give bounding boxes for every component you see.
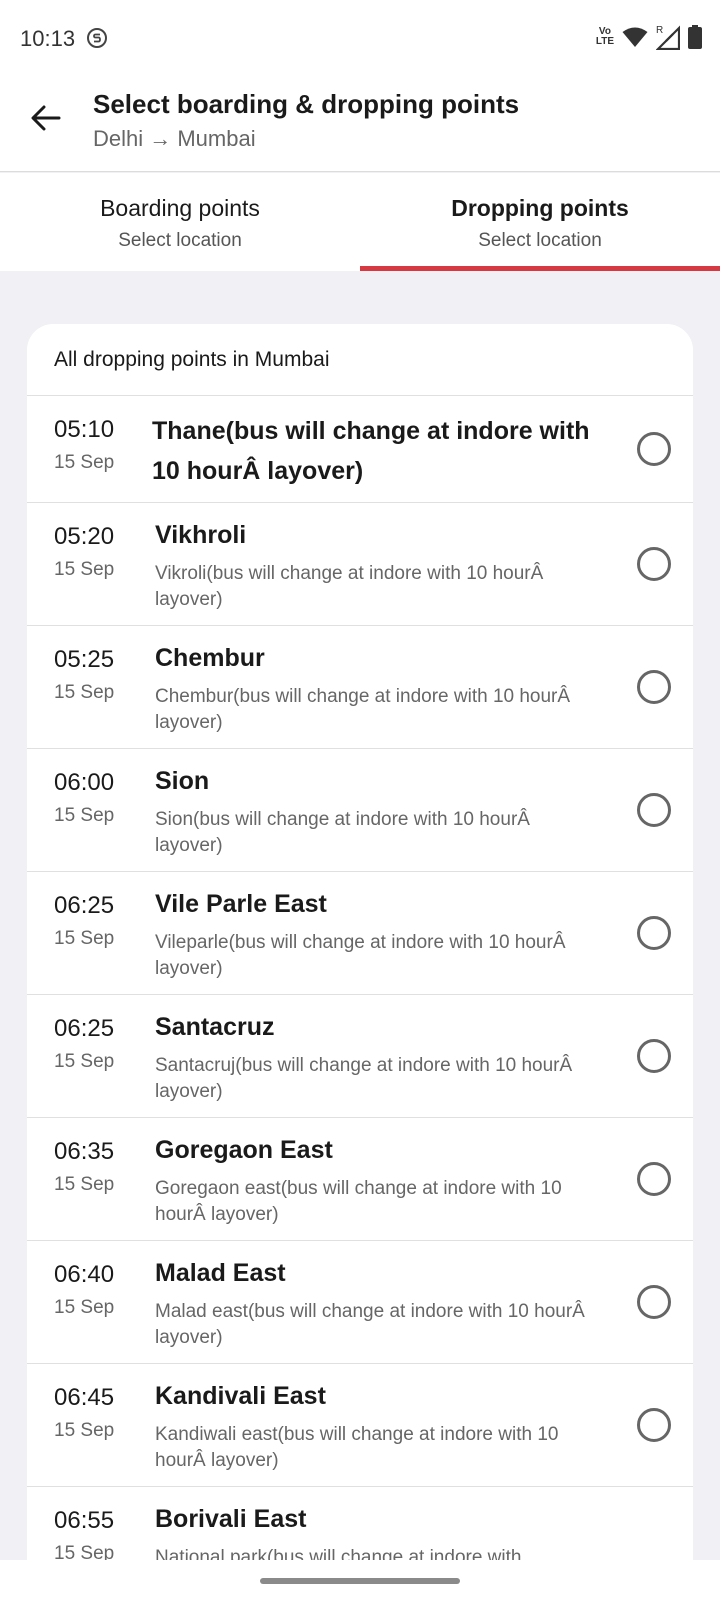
arrow-left-icon <box>31 105 61 131</box>
point-time: 06:25 <box>54 1015 115 1042</box>
radio-unselected-icon[interactable] <box>637 793 671 827</box>
gesture-nav-bar <box>0 1560 720 1600</box>
point-time: 06:55 <box>54 1507 115 1534</box>
point-description: Sion(bus will change at indore with 10 h… <box>155 809 530 856</box>
volte-icon: Vo LTE <box>595 26 614 47</box>
point-description: Santacruj(bus will change at indore with… <box>155 1055 573 1102</box>
dropping-point-row[interactable]: 06:35 15 Sep Goregaon East Goregaon east(bu… <box>27 1118 693 1241</box>
point-date: 15 Sep <box>54 805 115 826</box>
point-time: 05:25 <box>54 646 115 673</box>
radio-unselected-icon[interactable] <box>637 916 671 950</box>
point-description: Kandiwali east(bus will change at indore… <box>155 1424 559 1471</box>
dropping-point-row[interactable]: 05:20 15 Sep Vikhroli Vikroli(bus will chan… <box>27 503 693 626</box>
radio-unselected-icon[interactable] <box>637 1408 671 1442</box>
point-date: 15 Sep <box>54 1297 115 1318</box>
radio-unselected-icon[interactable] <box>637 670 671 704</box>
dropping-point-row[interactable]: 06:00 15 Sep Sion Sion(bus will change at i… <box>27 749 693 872</box>
point-name: Chembur <box>155 644 265 672</box>
point-name: Sion <box>155 767 210 795</box>
point-time: 06:25 <box>54 892 115 919</box>
dropping-point-row[interactable]: 06:25 15 Sep Vile Parle East Vileparle(bus … <box>27 872 693 995</box>
point-date: 15 Sep <box>54 559 115 580</box>
radio-unselected-icon[interactable] <box>637 1285 671 1319</box>
point-date: 15 Sep <box>54 928 115 949</box>
point-date: 15 Sep <box>54 1174 115 1195</box>
point-description: Vikroli(bus will change at indore with 1… <box>155 563 544 610</box>
list-heading: All dropping points in Mumbai <box>27 324 693 396</box>
dropping-point-row[interactable]: 05:25 15 Sep Chembur Chembur(bus will chang… <box>27 626 693 749</box>
active-tab-indicator <box>360 266 720 271</box>
point-date: 15 Sep <box>54 452 115 473</box>
point-description: Goregaon east(bus will change at indore … <box>155 1178 562 1225</box>
point-description: Chembur(bus will change at indore with 1… <box>155 686 571 733</box>
point-description: Vileparle(bus will change at indore with… <box>155 932 566 979</box>
point-time: 06:35 <box>54 1138 115 1165</box>
radio-unselected-icon[interactable] <box>637 547 671 581</box>
point-name: Vile Parle East <box>155 890 327 918</box>
cell-signal-icon: R <box>656 25 680 50</box>
point-date: 15 Sep <box>54 1420 115 1441</box>
status-bar: 10:13 Vo LTE R <box>0 0 720 76</box>
home-gesture-handle[interactable] <box>260 1578 460 1584</box>
status-time: 10:13 <box>20 26 76 51</box>
point-description: Malad east(bus will change at indore wit… <box>155 1301 585 1348</box>
tab-bar: Boarding points Select location Dropping… <box>0 173 720 271</box>
dropping-point-row[interactable]: 06:25 15 Sep Santacruz Santacruj(bus will c… <box>27 995 693 1118</box>
dropping-points-list: 05:10 15 Sep Thane(bus will change at indo… <box>27 396 693 1600</box>
tab-sublabel: Select location <box>118 230 242 251</box>
dropping-point-row[interactable]: 06:45 15 Sep Kandivali East Kandiwali east(… <box>27 1364 693 1487</box>
battery-icon <box>688 25 702 49</box>
radio-unselected-icon[interactable] <box>637 432 671 466</box>
app-notification-icon <box>87 28 107 48</box>
point-name: Kandivali East <box>155 1382 326 1410</box>
point-name: Vikhroli <box>155 521 247 549</box>
tab-sublabel: Select location <box>478 230 602 251</box>
point-time: 05:20 <box>54 523 115 550</box>
point-time: 06:40 <box>54 1261 115 1288</box>
app-header: Select boarding & dropping points Delhi … <box>0 76 720 172</box>
wifi-icon <box>622 27 648 47</box>
point-time: 06:00 <box>54 769 115 796</box>
radio-unselected-icon[interactable] <box>637 1162 671 1196</box>
svg-text:R: R <box>656 25 663 36</box>
point-name: Malad East <box>155 1259 286 1287</box>
tab-boarding-points[interactable]: Boarding points Select location <box>0 173 360 271</box>
tab-label: Dropping points <box>451 195 629 221</box>
point-time: 06:45 <box>54 1384 115 1411</box>
point-name: Santacruz <box>155 1013 275 1041</box>
point-name: Goregaon East <box>155 1136 333 1164</box>
back-button[interactable] <box>26 98 66 138</box>
tab-label: Boarding points <box>100 195 260 221</box>
point-time: 05:10 <box>54 416 115 443</box>
tab-dropping-points[interactable]: Dropping points Select location <box>360 173 720 271</box>
status-icons: Vo LTE R <box>596 24 702 50</box>
point-name: Thane(bus will change at indore with 10 … <box>152 417 590 485</box>
route-subtitle: Delhi → Mumbai <box>93 126 256 151</box>
radio-unselected-icon[interactable] <box>637 1039 671 1073</box>
point-name: Borivali East <box>155 1505 307 1533</box>
point-date: 15 Sep <box>54 682 115 703</box>
dropping-point-row[interactable]: 05:10 15 Sep Thane(bus will change at indo… <box>27 396 693 503</box>
page-title: Select boarding & dropping points <box>93 89 520 119</box>
dropping-point-row[interactable]: 06:40 15 Sep Malad East Malad east(bus will… <box>27 1241 693 1364</box>
dropping-points-card: All dropping points in Mumbai 05:10 15 Se… <box>27 324 693 1600</box>
point-date: 15 Sep <box>54 1051 115 1072</box>
